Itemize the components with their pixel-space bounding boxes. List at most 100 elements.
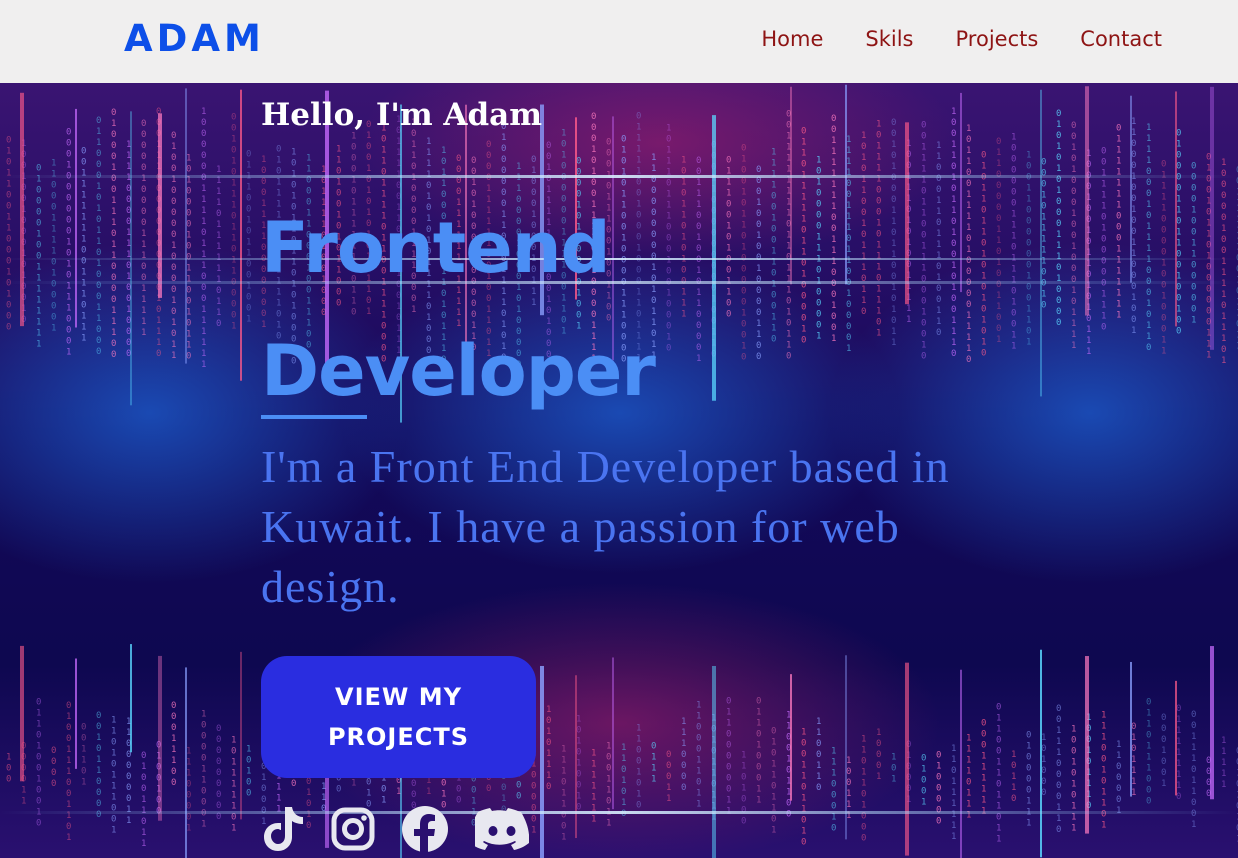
instagram-icon[interactable] xyxy=(331,807,375,856)
svg-text:01000100111011000011100: 01000100111011000011100 xyxy=(111,108,116,360)
svg-text:0000: 0000 xyxy=(51,746,56,789)
svg-text:10011011010: 10011011010 xyxy=(801,727,806,847)
svg-text:001111111001110001001: 001111111001110001001 xyxy=(831,114,836,344)
svg-text:110111111: 110111111 xyxy=(951,744,956,842)
svg-text:0100000: 0100000 xyxy=(936,751,941,827)
cta-line-1: VIEW MY xyxy=(335,683,462,711)
svg-text:0110001010110100011000: 0110001010110100011000 xyxy=(96,116,101,357)
svg-text:000100000010101110001: 000100000010101110001 xyxy=(66,127,71,357)
svg-text:011010010010: 011010010010 xyxy=(36,697,41,828)
svg-text:11001010: 11001010 xyxy=(636,723,641,810)
svg-text:000111111: 000111111 xyxy=(981,719,986,817)
svg-text:0010110000: 0010110000 xyxy=(96,711,101,820)
svg-text:1101000: 1101000 xyxy=(741,750,746,826)
svg-text:111011001: 111011001 xyxy=(561,745,566,843)
svg-text:1011001111010000011110: 1011001111010000011110 xyxy=(966,124,971,365)
navbar: ADAM Home Skils Projects Contact xyxy=(0,0,1238,83)
nav-link-home[interactable]: Home xyxy=(761,24,823,54)
svg-text:0111: 0111 xyxy=(651,741,656,784)
svg-text:0101101101: 0101101101 xyxy=(771,726,776,835)
view-projects-button[interactable]: VIEW MY PROJECTS xyxy=(261,656,536,778)
svg-text:0110100011: 0110100011 xyxy=(756,696,761,805)
svg-text:0001001: 0001001 xyxy=(1161,713,1166,789)
svg-text:0110011011011: 0110011011011 xyxy=(996,702,1001,844)
nav-link-skills[interactable]: Skils xyxy=(865,24,913,54)
hero-section: 0101100110001010001001001001000101001000… xyxy=(0,83,1238,858)
svg-text:01010101000111010000: 01010101000111010000 xyxy=(1056,109,1061,328)
svg-text:10101100101110110: 10101100101110110 xyxy=(861,131,866,317)
svg-text:1100110: 1100110 xyxy=(816,717,821,793)
social-links xyxy=(261,805,530,858)
hero-intro-text: I'm a Front End Developer based in Kuwai… xyxy=(261,441,950,612)
svg-text:001010001101100101011: 001010001101100101011 xyxy=(891,118,896,348)
svg-text:11100010: 11100010 xyxy=(831,746,836,833)
svg-text:011111110001111111: 011111110001111111 xyxy=(1116,124,1121,321)
svg-text:011110000100100011: 011110000100100011 xyxy=(1161,159,1166,356)
svg-text:110001101110100110: 110001101110100110 xyxy=(936,141,941,338)
nav-links: Home Skils Projects Contact xyxy=(761,24,1162,54)
svg-text:10000001110111010011: 10000001110111010011 xyxy=(1011,133,1016,352)
svg-text:00111101000001110: 00111101000001110 xyxy=(1101,146,1106,332)
svg-text:1101010: 1101010 xyxy=(621,743,626,819)
svg-text:00011100: 00011100 xyxy=(171,701,176,788)
svg-text:1110000: 1110000 xyxy=(681,717,686,793)
svg-text:101: 101 xyxy=(891,753,896,785)
tiktok-icon[interactable] xyxy=(261,805,305,858)
svg-text:11110111: 11110111 xyxy=(966,734,971,821)
svg-text:011100101001100: 011100101001100 xyxy=(726,156,731,320)
svg-text:10100001110100001: 10100001110100001 xyxy=(816,155,821,341)
svg-text:100: 100 xyxy=(6,752,11,784)
svg-text:1001010111: 1001010111 xyxy=(1071,725,1076,834)
headline-divider xyxy=(261,415,367,419)
svg-text:1100011110100001: 1100011110100001 xyxy=(51,158,56,333)
svg-text:10100: 10100 xyxy=(246,744,251,798)
svg-text:001110000110: 001110000110 xyxy=(1056,704,1061,835)
svg-text:11010111001: 11010111001 xyxy=(111,715,116,835)
svg-text:0100111001101: 0100111001101 xyxy=(66,701,71,843)
svg-text:1000001001111011101: 1000001001111011101 xyxy=(1221,158,1226,366)
svg-text:10011010110100101001110: 10011010110100101001110 xyxy=(951,107,956,359)
svg-text:10111100010111011101: 10111100010111011101 xyxy=(876,120,881,339)
svg-text:001010001001000101111: 001010001001000101111 xyxy=(1071,121,1076,351)
svg-text:00101011101101100001: 00101011101101100001 xyxy=(231,112,236,331)
svg-text:1101101000: 1101101000 xyxy=(861,735,866,844)
nav-link-projects[interactable]: Projects xyxy=(956,24,1039,54)
svg-text:010011011: 010011011 xyxy=(141,751,146,849)
svg-text:01101111101101000010: 01101111101101000010 xyxy=(801,127,806,346)
svg-text:100000011110111000111111: 100000011110111000111111 xyxy=(201,107,206,370)
svg-text:00011: 00011 xyxy=(666,750,671,804)
svg-text:101011010100111: 101011010100111 xyxy=(681,155,686,319)
svg-text:000000000: 000000000 xyxy=(216,724,221,822)
cta-line-2: PROJECTS xyxy=(327,723,470,751)
svg-text:01001: 01001 xyxy=(921,754,926,808)
svg-text:01000010011111111: 01000010011111111 xyxy=(36,163,41,349)
svg-text:111100010111100010110: 111100010111100010110 xyxy=(1146,123,1151,353)
svg-text:101110111000100100010: 101110111000100100010 xyxy=(666,124,671,354)
svg-text:00000100001110011111: 00000100001110011111 xyxy=(141,119,146,338)
discord-icon[interactable] xyxy=(469,807,530,856)
svg-text:0011110110011100010010: 0011110110011100010010 xyxy=(921,121,926,362)
site-logo[interactable]: ADAM xyxy=(124,18,265,60)
svg-text:111101111110110: 111101111110110 xyxy=(216,165,221,329)
svg-text:010110011000101000: 010110011000101000 xyxy=(6,135,11,332)
hero-greeting: Hello, I'm Adam xyxy=(261,97,543,133)
svg-text:10101110: 10101110 xyxy=(546,705,551,792)
svg-text:10001: 10001 xyxy=(876,728,881,782)
svg-text:000010011000001: 000010011000001 xyxy=(1191,162,1196,326)
hero-headline: Frontend Developer xyxy=(261,187,656,433)
svg-text:010010000010000101011: 010010000010000101011 xyxy=(171,131,176,361)
svg-text:000100100100001100: 000100100100001100 xyxy=(756,165,761,362)
svg-text:11111: 11111 xyxy=(1221,736,1226,790)
svg-text:01100000011: 01100000011 xyxy=(726,696,731,816)
svg-text:001101: 001101 xyxy=(81,723,86,788)
svg-text:1100001: 1100001 xyxy=(1116,740,1121,816)
svg-text:0101101101010101010: 0101101101010101010 xyxy=(981,150,986,358)
nav-link-contact[interactable]: Contact xyxy=(1080,24,1162,54)
svg-text:0110000011010011001: 0110000011010011001 xyxy=(996,137,1001,345)
svg-text:10110: 10110 xyxy=(1011,750,1016,804)
svg-text:0110111000: 0110111000 xyxy=(1146,697,1151,806)
svg-text:10011011: 10011011 xyxy=(606,741,611,828)
facebook-icon[interactable] xyxy=(401,805,449,858)
svg-text:101111101: 101111101 xyxy=(231,735,236,833)
svg-text:100110000001001101: 100110000001001101 xyxy=(1026,150,1031,347)
